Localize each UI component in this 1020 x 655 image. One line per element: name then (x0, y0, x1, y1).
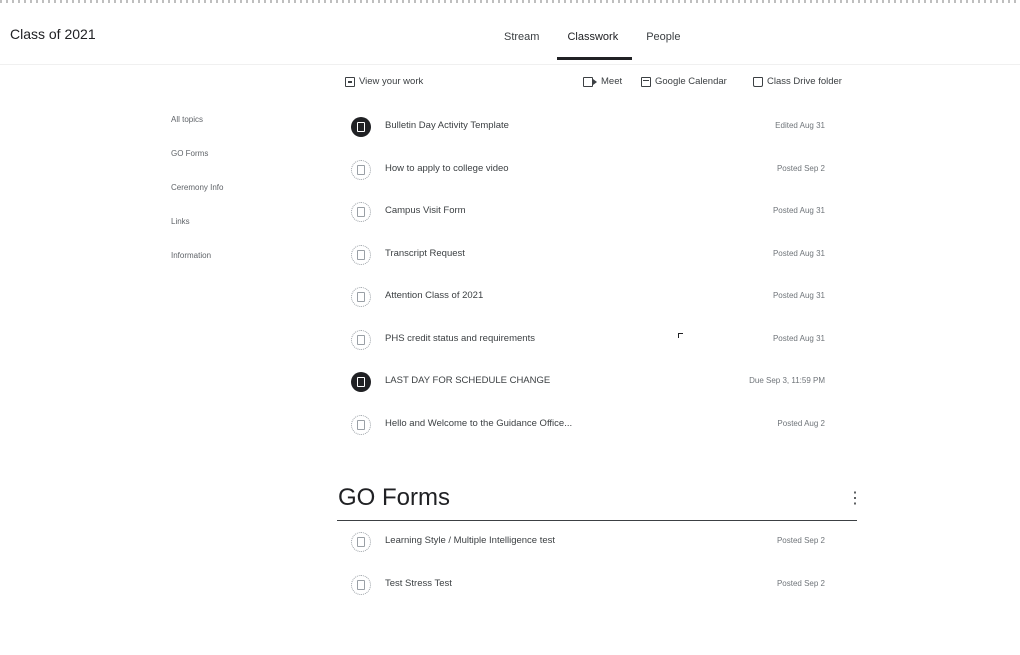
item-date: Posted Sep 2 (776, 163, 825, 173)
item-title: Bulletin Day Activity Template (385, 120, 509, 131)
class-title[interactable]: Class of 2021 (10, 26, 96, 42)
view-your-work-button[interactable]: View your work (345, 76, 423, 87)
mouse-cursor (678, 333, 683, 338)
item-date: Posted Aug 31 (772, 333, 825, 343)
topic-item-list: Learning Style / Multiple Intelligence t… (345, 523, 855, 608)
classwork-item[interactable]: Hello and Welcome to the Guidance Office… (345, 406, 855, 449)
topic-title: GO Forms (338, 484, 450, 511)
material-icon (351, 414, 371, 435)
classwork-item[interactable]: Transcript Request Posted Aug 31 (345, 236, 855, 279)
app-header: Class of 2021 Stream Classwork People (0, 0, 1020, 64)
icon-glyph (357, 122, 365, 132)
icon-glyph (357, 164, 365, 175)
sidebar-item-all-topics[interactable]: All topics (171, 113, 291, 147)
item-title: Hello and Welcome to the Guidance Office… (385, 417, 573, 429)
item-title: LAST DAY FOR SCHEDULE CHANGE (385, 375, 551, 386)
material-icon (351, 244, 371, 265)
tab-stream[interactable]: Stream (490, 0, 553, 64)
material-icon (351, 287, 371, 307)
meet-label: Meet (601, 76, 623, 87)
class-drive-folder-button[interactable]: Class Drive folder (753, 76, 842, 87)
calendar-icon (641, 76, 651, 87)
folder-icon (753, 76, 763, 87)
item-date: Posted Aug 31 (772, 206, 825, 215)
assignment-icon (351, 372, 371, 392)
topic-sidebar: All topics GO Forms Ceremony Info Links … (171, 113, 291, 283)
assignment-icon (351, 117, 371, 137)
icon-glyph (357, 537, 365, 547)
classwork-item[interactable]: PHS credit status and requirements Posted… (345, 321, 855, 364)
tab-classwork[interactable]: Classwork (553, 0, 632, 64)
meet-button[interactable]: Meet (583, 76, 622, 87)
item-date: Edited Aug 31 (775, 121, 825, 130)
tab-people[interactable]: People (632, 0, 694, 64)
item-title: PHS credit status and requirements (385, 332, 535, 344)
item-title: Learning Style / Multiple Intelligence t… (385, 535, 556, 546)
icon-glyph (357, 249, 365, 260)
item-date: Posted Aug 31 (772, 248, 825, 258)
classwork-item[interactable]: Attention Class of 2021 Posted Aug 31 (345, 278, 855, 321)
sidebar-item-links[interactable]: Links (171, 215, 291, 249)
classwork-item[interactable]: Test Stress Test Posted Sep 2 (345, 566, 855, 609)
assignment-icon (345, 76, 355, 87)
item-date: Posted Sep 2 (776, 536, 825, 545)
topic-divider (337, 520, 857, 521)
topic-section-header: GO Forms ⋮ (337, 478, 863, 522)
item-date: Posted Aug 2 (777, 418, 825, 428)
view-your-work-label: View your work (359, 76, 424, 87)
classwork-item[interactable]: Learning Style / Multiple Intelligence t… (345, 523, 855, 566)
material-icon (351, 202, 371, 222)
item-title: Attention Class of 2021 (385, 290, 484, 301)
item-date: Posted Aug 31 (772, 291, 825, 300)
classwork-item[interactable]: LAST DAY FOR SCHEDULE CHANGE Due Sep 3, 1… (345, 363, 855, 406)
classwork-toolbar: View your work Meet Google Calendar Clas… (345, 74, 855, 94)
classwork-item[interactable]: Bulletin Day Activity Template Edited Aug… (345, 108, 855, 151)
item-date: Posted Sep 2 (776, 578, 825, 588)
item-date: Due Sep 3, 11:59 PM (749, 376, 825, 385)
icon-glyph (357, 334, 365, 345)
classwork-item[interactable]: Campus Visit Form Posted Aug 31 (345, 193, 855, 236)
material-icon (351, 574, 371, 595)
more-options-icon[interactable]: ⋮ (847, 488, 863, 508)
classwork-list: Bulletin Day Activity Template Edited Aug… (345, 108, 855, 448)
item-title: Campus Visit Form (385, 205, 466, 216)
material-icon (351, 159, 371, 180)
sidebar-item-information[interactable]: Information (171, 249, 291, 283)
icon-glyph (357, 377, 365, 387)
google-calendar-label: Google Calendar (655, 76, 727, 87)
header-divider (0, 64, 1020, 65)
sidebar-item-go-forms[interactable]: GO Forms (171, 147, 291, 181)
item-title: Transcript Request (385, 247, 465, 259)
classwork-item[interactable]: How to apply to college video Posted Sep … (345, 151, 855, 194)
class-drive-folder-label: Class Drive folder (767, 76, 842, 87)
icon-glyph (357, 419, 365, 430)
google-calendar-button[interactable]: Google Calendar (641, 76, 727, 87)
item-title: How to apply to college video (385, 162, 509, 174)
item-title: Test Stress Test (385, 577, 452, 589)
icon-glyph (357, 292, 365, 302)
material-icon (351, 532, 371, 552)
icon-glyph (357, 207, 365, 217)
video-camera-icon (583, 76, 597, 87)
tab-bar: Stream Classwork People (490, 0, 694, 64)
icon-glyph (357, 579, 365, 590)
sidebar-item-ceremony-info[interactable]: Ceremony Info (171, 181, 291, 215)
material-icon (351, 329, 371, 350)
